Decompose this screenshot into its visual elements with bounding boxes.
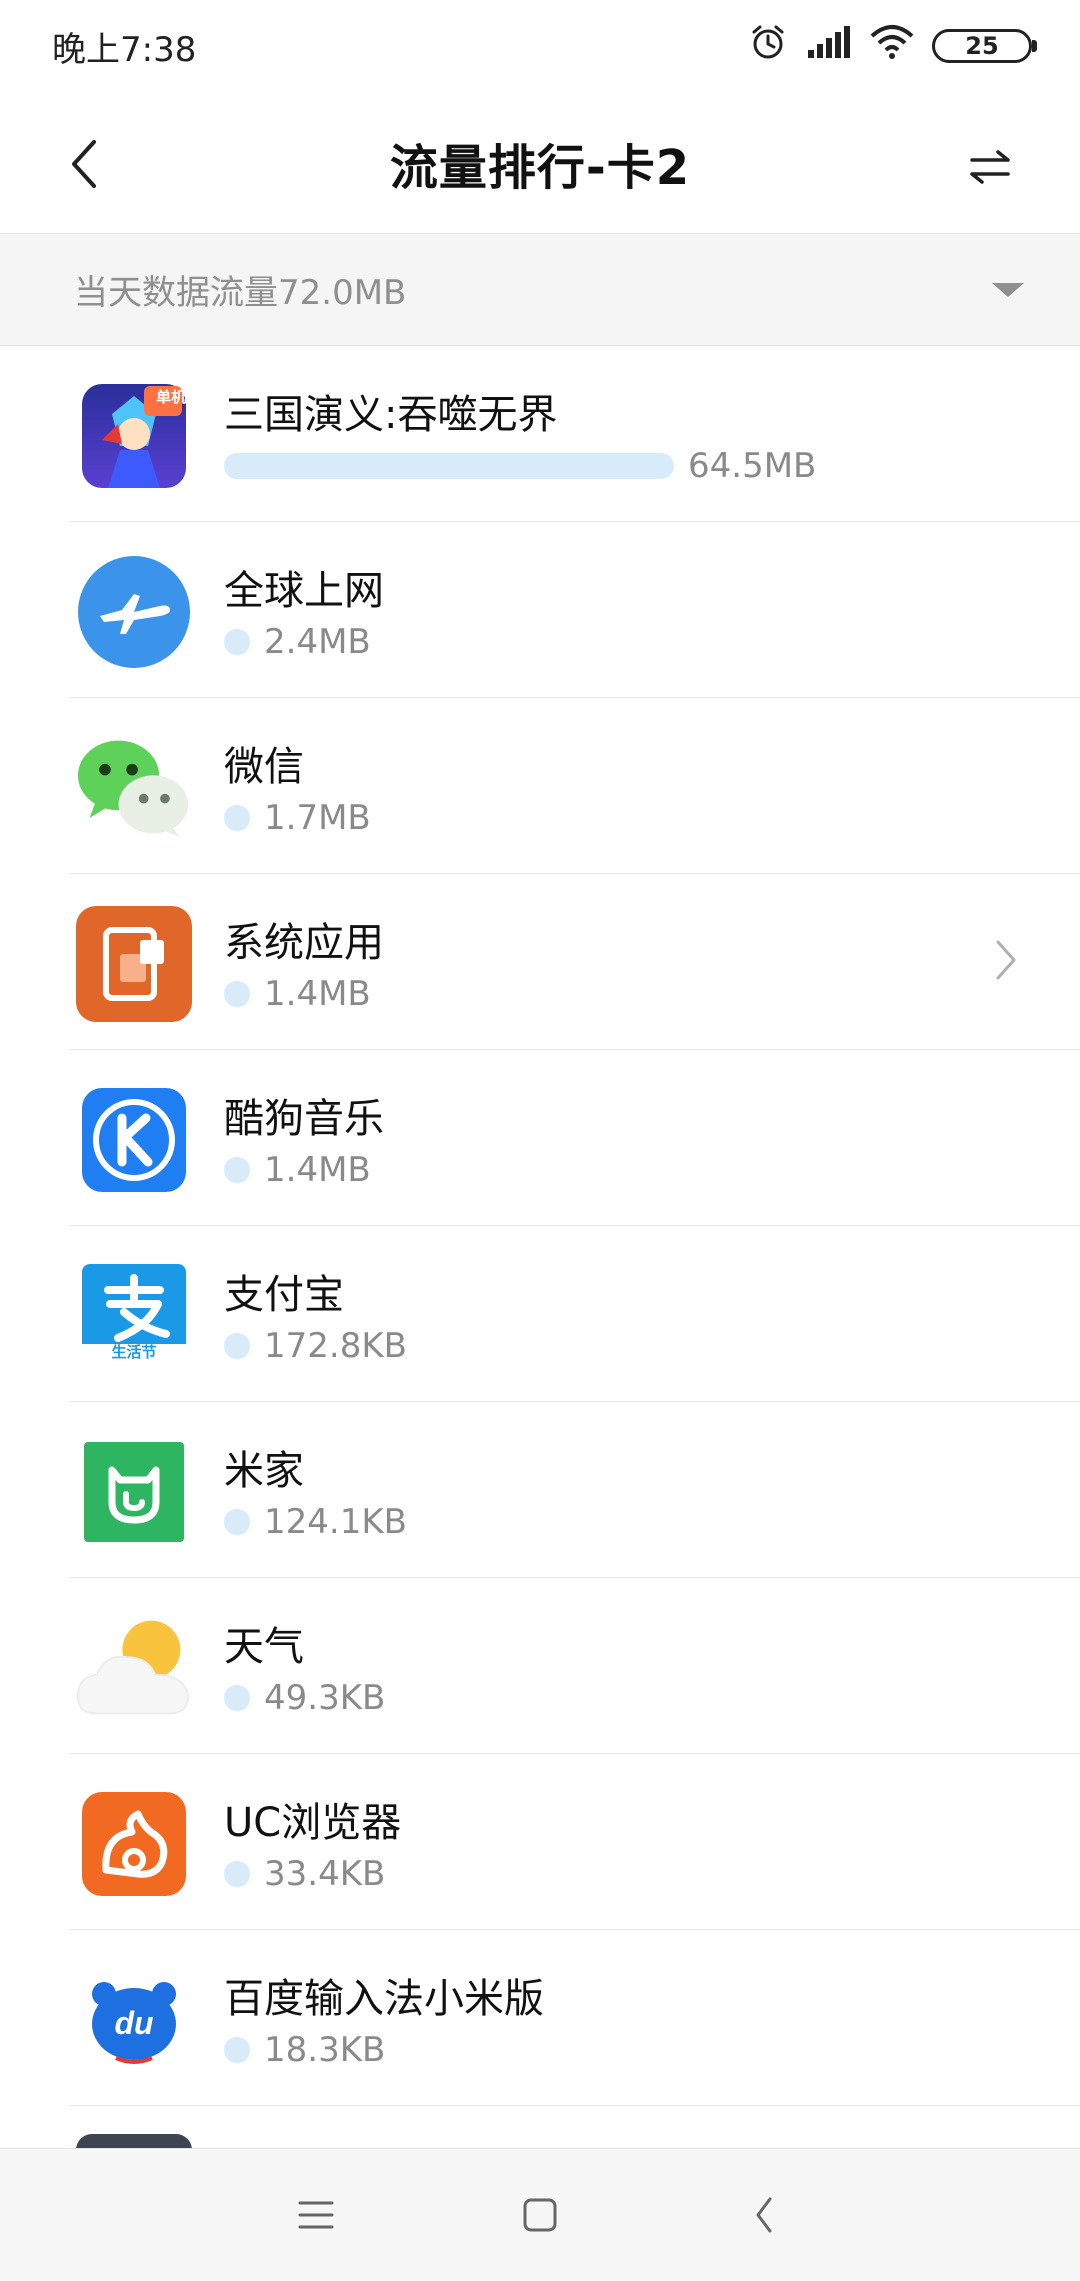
- usage-bar: [224, 453, 674, 479]
- usage-row: 1.4MB: [224, 1150, 371, 1190]
- kugou-app-icon: [76, 1082, 192, 1198]
- usage-row: 172.8KB: [224, 1326, 407, 1366]
- switch-sim-button[interactable]: [954, 130, 1026, 202]
- list-item[interactable]: 系统应用 1.4MB: [0, 874, 1080, 1050]
- data-usage-summary[interactable]: 当天数据流量72.0MB: [0, 234, 1080, 346]
- usage-bar: [224, 1333, 250, 1359]
- usage-row: 18.3KB: [224, 2030, 385, 2070]
- app-name: 酷狗音乐: [224, 1096, 384, 1142]
- battery-level: 25: [965, 32, 999, 60]
- app-name: 系统应用: [224, 920, 384, 966]
- svg-text:du: du: [114, 2005, 153, 2041]
- app-name: 微信: [224, 744, 304, 790]
- divider: [70, 2105, 1080, 2106]
- list-item[interactable]: UC浏览器 33.4KB: [0, 1754, 1080, 1930]
- game-badge: 单机: [155, 388, 186, 406]
- chevron-right-icon: [994, 938, 1018, 986]
- list-item[interactable]: du 百度输入法小米版 18.3KB: [0, 1930, 1080, 2106]
- usage-bar: [224, 805, 250, 831]
- list-item[interactable]: 天气 49.3KB: [0, 1578, 1080, 1754]
- uc-browser-app-icon: [76, 1786, 192, 1902]
- alipay-app-icon: 生活节: [76, 1258, 192, 1374]
- usage-bar: [224, 2037, 250, 2063]
- usage-bar: [224, 981, 250, 1007]
- app-name: 百度输入法小米版: [224, 1976, 544, 2022]
- app-name: 支付宝: [224, 1272, 344, 1318]
- square-icon: [523, 2198, 557, 2232]
- recent-apps-button[interactable]: [284, 2183, 348, 2247]
- mijia-app-icon: [76, 1434, 192, 1550]
- usage-row: 64.5MB: [224, 446, 816, 486]
- system-app-icon: [76, 906, 192, 1022]
- usage-value: 33.4KB: [264, 1854, 386, 1894]
- usage-row: 1.4MB: [224, 974, 371, 1014]
- back-arrow-icon: [72, 140, 96, 188]
- list-item[interactable]: 生活节 支付宝 172.8KB: [0, 1226, 1080, 1402]
- page-title: 流量排行-卡2: [389, 139, 691, 196]
- usage-bar: [224, 629, 250, 655]
- status-bar: 晚上7:38 25: [0, 0, 1080, 92]
- list-item[interactable]: 全球上网 2.4MB: [0, 522, 1080, 698]
- battery-icon: 25: [932, 29, 1037, 63]
- dropdown-caret-icon: [992, 282, 1024, 297]
- swap-arrows-icon: [970, 150, 1010, 184]
- baidu-ime-app-icon: du: [76, 1962, 192, 2078]
- app-name: 天气: [224, 1624, 304, 1670]
- usage-value: 49.3KB: [264, 1678, 386, 1718]
- wechat-app-icon: [76, 730, 192, 846]
- list-item[interactable]: 单机 三国演义:吞噬无界 64.5MB: [0, 346, 1080, 522]
- usage-row: 33.4KB: [224, 1854, 385, 1894]
- app-usage-list: 单机 三国演义:吞噬无界 64.5MB 全球上网 2.4MB 微信 1.7MB …: [0, 346, 1080, 2106]
- usage-value: 1.7MB: [264, 798, 371, 838]
- usage-value: 172.8KB: [264, 1326, 407, 1366]
- usage-value: 64.5MB: [688, 446, 817, 486]
- usage-bar: [224, 1509, 250, 1535]
- home-button[interactable]: [508, 2183, 572, 2247]
- game-app-icon: 单机: [76, 378, 192, 494]
- usage-value: 18.3KB: [264, 2030, 386, 2070]
- usage-value: 124.1KB: [264, 1502, 407, 1542]
- usage-value: 1.4MB: [264, 974, 371, 1014]
- usage-row: 1.7MB: [224, 798, 371, 838]
- app-name: 三国演义:吞噬无界: [224, 392, 558, 438]
- usage-row: 2.4MB: [224, 622, 371, 662]
- app-name: 全球上网: [224, 568, 384, 614]
- nav-back-button[interactable]: [732, 2183, 796, 2247]
- usage-value: 2.4MB: [264, 622, 371, 662]
- app-bar: 流量排行-卡2: [0, 92, 1080, 234]
- app-name: 米家: [224, 1448, 304, 1494]
- signal-icon: [806, 24, 852, 69]
- status-time: 晚上7:38: [52, 29, 197, 70]
- alarm-icon: [748, 22, 788, 71]
- alipay-icon-label: 生活节: [111, 1343, 157, 1361]
- app-name: UC浏览器: [224, 1800, 402, 1846]
- airplane-app-icon: [76, 554, 192, 670]
- list-item[interactable]: 酷狗音乐 1.4MB: [0, 1050, 1080, 1226]
- weather-app-icon: [76, 1610, 192, 1726]
- menu-icon: [298, 2201, 334, 2229]
- back-chevron-icon: [756, 2197, 772, 2233]
- usage-bar: [224, 1861, 250, 1887]
- usage-bar: [224, 1685, 250, 1711]
- back-button[interactable]: [48, 128, 120, 200]
- summary-text: 当天数据流量72.0MB: [74, 273, 407, 313]
- list-item[interactable]: 微信 1.7MB: [0, 698, 1080, 874]
- bottom-nav-bar: [0, 2148, 1080, 2281]
- wifi-icon: [870, 24, 914, 69]
- usage-bar: [224, 1157, 250, 1183]
- list-item[interactable]: 米家 124.1KB: [0, 1402, 1080, 1578]
- status-icons: 25: [748, 22, 1037, 71]
- usage-row: 49.3KB: [224, 1678, 385, 1718]
- usage-row: 124.1KB: [224, 1502, 407, 1542]
- usage-value: 1.4MB: [264, 1150, 371, 1190]
